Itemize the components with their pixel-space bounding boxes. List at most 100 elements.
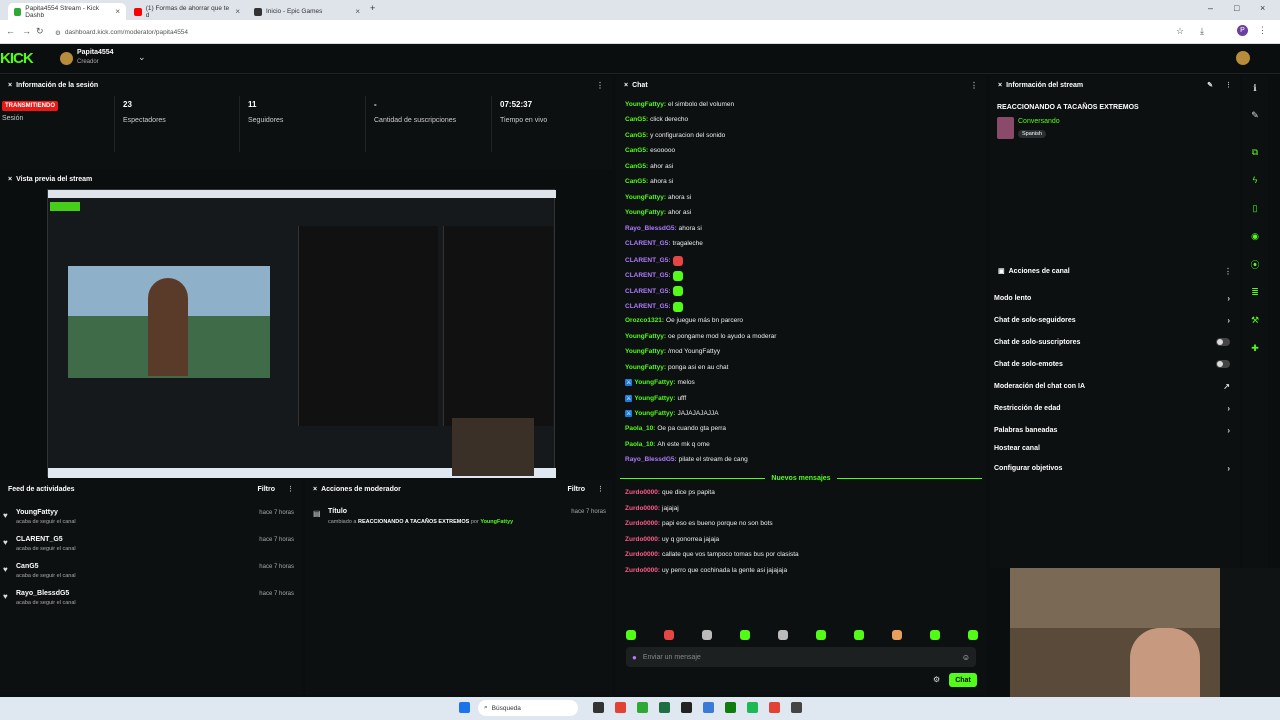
action-emotes-only[interactable]: Chat de solo-emotes: [994, 360, 1230, 368]
more-icon[interactable]: ⋮: [1225, 81, 1232, 89]
chat-username[interactable]: YoungFattyy:: [634, 395, 675, 402]
chat-username[interactable]: CanG5:: [625, 132, 648, 139]
task-view-icon[interactable]: [593, 702, 604, 713]
close-icon[interactable]: ×: [998, 82, 1002, 89]
emote-icon[interactable]: [702, 630, 712, 640]
pen-icon[interactable]: ✎: [1248, 108, 1262, 122]
chat-username[interactable]: YoungFattyy:: [625, 101, 666, 108]
chat-username[interactable]: Rayo_BlessdG5:: [625, 456, 677, 463]
obs-icon[interactable]: [769, 702, 780, 713]
chat-username[interactable]: Paola_10:: [625, 425, 655, 432]
chat-username[interactable]: Paola_10:: [625, 441, 655, 448]
stack-icon[interactable]: ≣: [1248, 285, 1262, 299]
broadcast-icon[interactable]: ⦿: [1248, 257, 1262, 271]
wrench-icon[interactable]: ⚒: [1248, 313, 1262, 327]
emote-icon[interactable]: [968, 630, 978, 640]
settings-gear-icon[interactable]: ⚙: [933, 675, 940, 684]
stream-video[interactable]: [47, 189, 556, 478]
chat-username[interactable]: CLARENT_G5:: [625, 303, 671, 310]
more-icon[interactable]: ⋮: [970, 81, 978, 90]
url-field[interactable]: ⚙ dashboard.kick.com/moderator/papita455…: [55, 26, 1165, 39]
maximize-icon[interactable]: □: [1234, 3, 1239, 13]
document-icon[interactable]: ▯: [1248, 201, 1262, 215]
chat-username[interactable]: CLARENT_G5:: [625, 272, 671, 279]
chat-username[interactable]: Zurdo0000:: [625, 505, 660, 512]
reload-icon[interactable]: ↻: [36, 26, 44, 37]
list-item[interactable]: ♥ YoungFattyy acaba de seguir el canal h…: [0, 509, 300, 535]
emote-icon[interactable]: [664, 630, 674, 640]
chat-username[interactable]: CLARENT_G5:: [625, 257, 671, 264]
more-icon[interactable]: ⋮: [287, 485, 294, 493]
chat-username[interactable]: YoungFattyy:: [634, 410, 675, 417]
puzzle-icon[interactable]: ✚: [1248, 341, 1262, 355]
spotify-icon[interactable]: [747, 702, 758, 713]
terminal-icon[interactable]: [791, 702, 802, 713]
close-icon[interactable]: ×: [8, 82, 12, 89]
send-chat-button[interactable]: Chat: [949, 673, 977, 687]
chat-username[interactable]: Orozco1321:: [625, 317, 664, 324]
emote-icon[interactable]: [854, 630, 864, 640]
user-avatar[interactable]: [1236, 51, 1250, 65]
chat-username[interactable]: CanG5:: [625, 116, 648, 123]
minimize-icon[interactable]: –: [1208, 3, 1213, 13]
chat-username[interactable]: YoungFattyy:: [625, 209, 666, 216]
list-item[interactable]: ♥ CLARENT_G5 acaba de seguir el canal ha…: [0, 536, 300, 562]
filter-button[interactable]: Filtro: [258, 486, 276, 493]
close-icon[interactable]: ×: [313, 486, 317, 493]
chat-username[interactable]: YoungFattyy:: [625, 364, 666, 371]
channel-username[interactable]: Papita4554: [77, 49, 114, 56]
list-item[interactable]: ♥ Rayo_BlessdG5 acaba de seguir el canal…: [0, 590, 300, 616]
windows-start-icon[interactable]: [459, 702, 470, 713]
lightning-icon[interactable]: ϟ: [1248, 173, 1262, 187]
chat-username[interactable]: Zurdo0000:: [625, 520, 660, 527]
browser-tab[interactable]: Papita4554 Stream - Kick Dashb ×: [8, 3, 126, 20]
action-user[interactable]: YoungFattyy: [480, 519, 513, 525]
forward-icon[interactable]: →: [22, 26, 31, 36]
info-icon[interactable]: ℹ: [1248, 81, 1262, 95]
emote-icon[interactable]: [930, 630, 940, 640]
new-tab-icon[interactable]: +: [370, 3, 375, 13]
kick-app-icon[interactable]: [637, 702, 648, 713]
emote-icon[interactable]: [740, 630, 750, 640]
kick-logo[interactable]: KICK: [0, 50, 34, 67]
chat-username[interactable]: CLARENT_G5:: [625, 288, 671, 295]
browser-tab[interactable]: Inicio - Epic Games ×: [248, 3, 366, 20]
chat-username[interactable]: CanG5:: [625, 147, 648, 154]
browser-menu-icon[interactable]: ⋮: [1258, 25, 1267, 36]
chat-username[interactable]: YoungFattyy:: [625, 333, 666, 340]
chat-username[interactable]: Zurdo0000:: [625, 536, 660, 543]
more-icon[interactable]: ⋮: [596, 81, 604, 90]
action-host-channel[interactable]: Hostear canal: [994, 445, 1230, 452]
excel-icon[interactable]: [659, 702, 670, 713]
bookmark-star-icon[interactable]: ☆: [1176, 26, 1184, 37]
more-icon[interactable]: ⋮: [597, 485, 604, 493]
list-item[interactable]: ♥ CanG5 acaba de seguir el canal hace 7 …: [0, 563, 300, 589]
chat-username[interactable]: CLARENT_G5:: [625, 240, 671, 247]
window-close-icon[interactable]: ×: [1260, 3, 1265, 13]
action-configure-goals[interactable]: Configurar objetivos ›: [994, 464, 1230, 473]
close-icon[interactable]: ×: [624, 82, 628, 89]
chrome-icon[interactable]: [615, 702, 626, 713]
taskbar-search[interactable]: ⌕ Búsqueda: [478, 700, 578, 716]
chat-bubble-icon[interactable]: ◉: [1248, 229, 1262, 243]
close-icon[interactable]: ×: [355, 7, 360, 16]
edit-icon[interactable]: ✎: [1207, 81, 1213, 89]
chat-input[interactable]: ● Enviar un mensaje ☺: [626, 647, 976, 667]
close-icon[interactable]: ×: [115, 7, 120, 16]
action-subscribers-only[interactable]: Chat de solo-suscriptores: [994, 338, 1230, 346]
site-info-icon[interactable]: ⚙: [55, 29, 61, 37]
chat-username[interactable]: CanG5:: [625, 163, 648, 170]
action-age-restriction[interactable]: Restricción de edad ›: [994, 404, 1230, 413]
chat-username[interactable]: YoungFattyy:: [634, 379, 675, 386]
close-icon[interactable]: ×: [8, 176, 12, 183]
filter-button[interactable]: Filtro: [568, 486, 586, 493]
back-icon[interactable]: ←: [6, 26, 15, 36]
stream-category[interactable]: Conversando: [1018, 118, 1060, 125]
more-icon[interactable]: ⋮: [1224, 267, 1232, 276]
chat-username[interactable]: Rayo_BlessdG5:: [625, 225, 677, 232]
layout-icon[interactable]: ⧉: [1248, 145, 1262, 159]
chat-username[interactable]: Zurdo0000:: [625, 551, 660, 558]
epic-icon[interactable]: [681, 702, 692, 713]
emote-icon[interactable]: [778, 630, 788, 640]
subscribers-only-toggle[interactable]: [1216, 338, 1230, 346]
